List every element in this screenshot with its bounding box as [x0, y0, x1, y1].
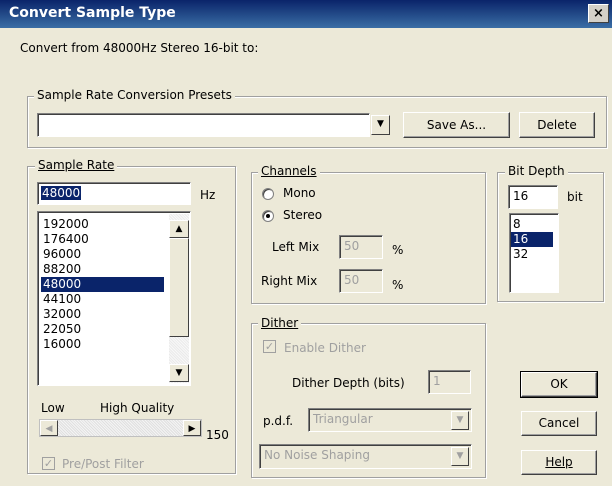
dither-depth-label: Dither Depth (bits): [292, 376, 405, 390]
quality-high-label: High Quality: [100, 401, 175, 415]
list-item[interactable]: 176400: [41, 232, 91, 247]
scrollbar-thumb[interactable]: [169, 238, 189, 337]
presets-dropdown-button[interactable]: ▼: [371, 115, 390, 135]
presets-combo-field[interactable]: [37, 113, 370, 137]
prepost-label: Pre/Post Filter: [62, 457, 144, 471]
delete-button[interactable]: Delete: [519, 112, 595, 138]
mono-label: Mono: [283, 186, 316, 200]
quality-low-label: Low: [41, 401, 65, 415]
list-item[interactable]: 96000: [41, 247, 83, 262]
sample-rate-list[interactable]: 192000 176400 96000 88200 48000 44100 32…: [37, 211, 191, 386]
left-mix-input[interactable]: 50: [339, 235, 383, 259]
chevron-down-icon: ▼: [456, 451, 464, 461]
chevron-up-icon: ▲: [175, 224, 183, 234]
enable-dither-label: Enable Dither: [284, 341, 366, 355]
presets-group-title: Sample Rate Conversion Presets: [34, 88, 235, 102]
left-mix-percent: %: [392, 243, 404, 257]
convert-from-label: Convert from 48000Hz Stereo 16-bit to:: [20, 41, 259, 55]
quality-slider-track[interactable]: ◀ ▶: [39, 419, 202, 437]
list-item[interactable]: 32000: [41, 307, 83, 322]
close-button[interactable]: ×: [588, 4, 609, 23]
scrollbar-track[interactable]: ▲ ▼: [169, 214, 189, 383]
dither-group-title: Dither: [258, 316, 302, 330]
list-item-selected[interactable]: 16: [511, 232, 553, 247]
check-icon: ✓: [43, 457, 54, 470]
pdf-select[interactable]: Triangular: [308, 408, 472, 432]
stereo-label: Stereo: [283, 208, 323, 222]
sample-rate-unit: Hz: [200, 188, 216, 202]
list-item[interactable]: 8: [511, 217, 523, 232]
prepost-checkbox[interactable]: ✓: [42, 457, 55, 470]
right-mix-label: Right Mix: [261, 274, 318, 288]
list-item[interactable]: 88200: [41, 262, 83, 277]
list-item[interactable]: 16000: [41, 337, 83, 352]
sample-rate-value: 48000: [41, 186, 82, 200]
cancel-button[interactable]: Cancel: [521, 411, 597, 436]
save-as-button[interactable]: Save As...: [403, 112, 510, 138]
list-item[interactable]: 44100: [41, 292, 83, 307]
sample-rate-input[interactable]: 48000: [37, 182, 191, 205]
dither-depth-input[interactable]: 1: [428, 370, 471, 394]
quality-value: 150: [206, 428, 229, 442]
channels-group-title: Channels: [258, 164, 320, 178]
mono-radio[interactable]: [262, 188, 274, 200]
bit-depth-group-title: Bit Depth: [505, 164, 568, 178]
check-icon: ✓: [264, 340, 275, 353]
slider-left-button[interactable]: ◀: [40, 420, 58, 436]
bit-depth-unit: bit: [567, 190, 583, 204]
bit-depth-list[interactable]: 8 16 32: [509, 213, 559, 293]
sample-rate-group-title: Sample Rate: [35, 158, 118, 172]
ok-button[interactable]: OK: [520, 371, 598, 398]
list-item[interactable]: 32: [511, 247, 530, 262]
right-mix-input[interactable]: 50: [339, 269, 383, 293]
chevron-left-icon: ◀: [45, 424, 53, 434]
window-title: Convert Sample Type: [9, 5, 176, 21]
pdf-label: p.d.f.: [263, 414, 294, 428]
enable-dither-checkbox[interactable]: ✓: [263, 340, 276, 353]
chevron-down-icon: ▼: [175, 368, 183, 378]
list-item[interactable]: 22050: [41, 322, 83, 337]
chevron-right-icon: ▶: [188, 424, 196, 434]
slider-right-button[interactable]: ▶: [183, 420, 201, 436]
chevron-down-icon: ▼: [456, 415, 464, 425]
help-button[interactable]: Help: [521, 450, 597, 475]
noise-shaping-dropdown-button[interactable]: ▼: [451, 447, 469, 466]
close-icon: ×: [593, 6, 604, 21]
pdf-dropdown-button[interactable]: ▼: [451, 411, 469, 430]
chevron-down-icon: ▼: [377, 119, 384, 129]
bit-depth-input[interactable]: 16: [508, 185, 558, 209]
list-item[interactable]: 192000: [41, 217, 91, 232]
stereo-radio[interactable]: [262, 210, 274, 222]
noise-shaping-select[interactable]: No Noise Shaping: [259, 444, 472, 469]
list-item-selected[interactable]: 48000: [41, 277, 164, 292]
scroll-up-button[interactable]: ▲: [169, 220, 189, 238]
scroll-down-button[interactable]: ▼: [169, 364, 189, 382]
left-mix-label: Left Mix: [272, 240, 320, 254]
right-mix-percent: %: [392, 278, 404, 292]
